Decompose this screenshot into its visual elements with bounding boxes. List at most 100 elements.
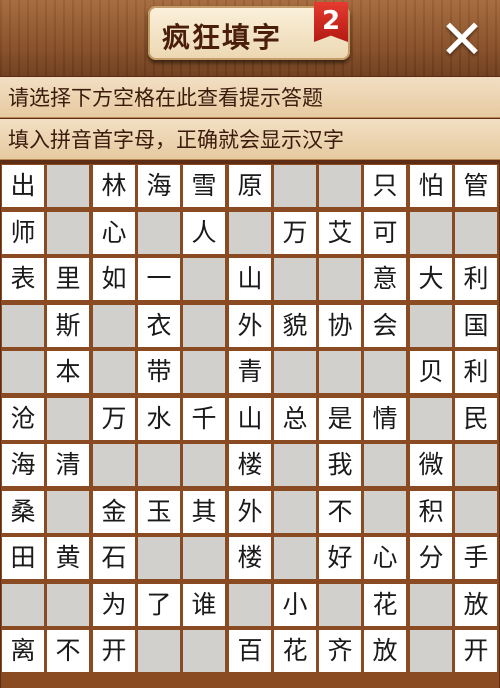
grid-cell[interactable]: 原 (229, 165, 271, 207)
grid-cell[interactable]: 总 (274, 398, 316, 440)
grid-cell[interactable]: 可 (364, 212, 406, 254)
grid-cell[interactable]: 石 (93, 537, 135, 579)
grid-cell[interactable]: 衣 (138, 305, 180, 347)
grid-cell[interactable]: 沧 (2, 398, 44, 440)
grid-cell[interactable]: 斯 (47, 305, 89, 347)
grid-cell[interactable]: 我 (319, 444, 361, 486)
grid-cell[interactable]: 外 (229, 491, 271, 533)
grid-cell[interactable]: 花 (274, 630, 316, 672)
grid-cell[interactable]: 花 (364, 584, 406, 626)
grid-cell[interactable]: 桑 (2, 491, 44, 533)
grid-cell[interactable]: 开 (455, 630, 497, 672)
hint-text-select: 请选择下方空格在此查看提示答题 (8, 86, 323, 110)
grid-cell[interactable]: 水 (138, 398, 180, 440)
grid-cell[interactable]: 万 (93, 398, 135, 440)
grid-cell[interactable]: 只 (364, 165, 406, 207)
blocked-cell (229, 584, 271, 626)
blocked-cell (183, 305, 225, 347)
grid-cell[interactable]: 离 (2, 630, 44, 672)
grid-cell[interactable]: 放 (364, 630, 406, 672)
grid-cell[interactable]: 放 (455, 584, 497, 626)
grid-cell[interactable]: 利 (455, 258, 497, 300)
grid-cell[interactable]: 雪 (183, 165, 225, 207)
grid-cell[interactable]: 国 (455, 305, 497, 347)
grid-cell[interactable]: 山 (229, 258, 271, 300)
grid-cell[interactable]: 外 (229, 305, 271, 347)
blocked-cell (410, 305, 452, 347)
blocked-cell (183, 351, 225, 393)
grid-cell[interactable]: 百 (229, 630, 271, 672)
grid-cell[interactable]: 出 (2, 165, 44, 207)
grid-cell[interactable]: 小 (274, 584, 316, 626)
game-title: 疯狂填字 (162, 21, 283, 54)
grid-cell[interactable]: 民 (455, 398, 497, 440)
grid-cell[interactable]: 玉 (138, 491, 180, 533)
grid-cell[interactable]: 楼 (229, 444, 271, 486)
grid-cell[interactable]: 是 (319, 398, 361, 440)
grid-cell[interactable]: 艾 (319, 212, 361, 254)
grid-cell[interactable]: 金 (93, 491, 135, 533)
grid-cell[interactable]: 一 (138, 258, 180, 300)
grid-cell[interactable]: 意 (364, 258, 406, 300)
blocked-cell (319, 351, 361, 393)
grid-cell[interactable]: 积 (410, 491, 452, 533)
grid-cell[interactable]: 不 (47, 630, 89, 672)
grid-cell[interactable]: 利 (455, 351, 497, 393)
hint-bar-select: 请选择下方空格在此查看提示答题 (0, 77, 500, 118)
grid-cell[interactable]: 表 (2, 258, 44, 300)
grid-cell[interactable]: 人 (183, 212, 225, 254)
blocked-cell (47, 584, 89, 626)
blocked-cell (183, 444, 225, 486)
grid-cell[interactable]: 师 (2, 212, 44, 254)
blocked-cell (410, 398, 452, 440)
grid-cell[interactable]: 手 (455, 537, 497, 579)
grid-cell[interactable]: 海 (2, 444, 44, 486)
blocked-cell (2, 351, 44, 393)
grid-cell[interactable]: 协 (319, 305, 361, 347)
blocked-cell (93, 305, 135, 347)
grid-cell[interactable]: 山 (229, 398, 271, 440)
grid-cell[interactable]: 如 (93, 258, 135, 300)
grid-cell[interactable]: 黄 (47, 537, 89, 579)
grid-cell[interactable]: 其 (183, 491, 225, 533)
grid-cell[interactable]: 万 (274, 212, 316, 254)
grid-cell[interactable]: 楼 (229, 537, 271, 579)
blocked-cell (410, 212, 452, 254)
grid-cell[interactable]: 海 (138, 165, 180, 207)
title-plate: 疯狂填字 2 (148, 2, 350, 60)
grid-cell[interactable]: 管 (455, 165, 497, 207)
grid-cell[interactable]: 本 (47, 351, 89, 393)
grid-cell[interactable]: 貌 (274, 305, 316, 347)
grid-cell[interactable]: 齐 (319, 630, 361, 672)
blocked-cell (229, 212, 271, 254)
grid-cell[interactable]: 会 (364, 305, 406, 347)
grid-cell[interactable]: 大 (410, 258, 452, 300)
grid-cell[interactable]: 谁 (183, 584, 225, 626)
grid-cell[interactable]: 分 (410, 537, 452, 579)
grid-cell[interactable]: 情 (364, 398, 406, 440)
close-button[interactable]: ✕ (432, 12, 492, 68)
grid-cell[interactable]: 为 (93, 584, 135, 626)
grid-cell[interactable]: 田 (2, 537, 44, 579)
grid-cell[interactable]: 心 (93, 212, 135, 254)
grid-cell[interactable]: 不 (319, 491, 361, 533)
blocked-cell (274, 351, 316, 393)
blocked-cell (319, 584, 361, 626)
grid-cell[interactable]: 了 (138, 584, 180, 626)
grid-cell[interactable]: 带 (138, 351, 180, 393)
grid-cell[interactable]: 开 (93, 630, 135, 672)
grid-cell[interactable]: 贝 (410, 351, 452, 393)
blocked-cell (319, 258, 361, 300)
grid-cell[interactable]: 千 (183, 398, 225, 440)
grid-cell[interactable]: 好 (319, 537, 361, 579)
blocked-cell (319, 165, 361, 207)
blocked-cell (138, 444, 180, 486)
grid-cell[interactable]: 里 (47, 258, 89, 300)
grid-cell[interactable]: 心 (364, 537, 406, 579)
grid-cell[interactable]: 林 (93, 165, 135, 207)
grid-cell[interactable]: 清 (47, 444, 89, 486)
grid-cell[interactable]: 怕 (410, 165, 452, 207)
blocked-cell (183, 537, 225, 579)
grid-cell[interactable]: 微 (410, 444, 452, 486)
grid-cell[interactable]: 青 (229, 351, 271, 393)
